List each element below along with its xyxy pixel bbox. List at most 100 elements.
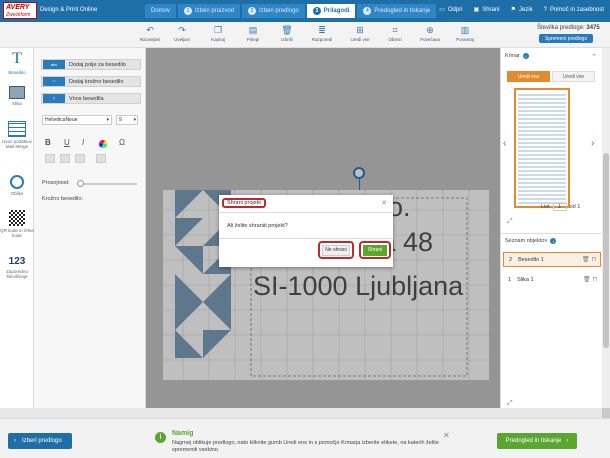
dont-save-button[interactable]: Ne shrani [322,244,350,256]
step-navigation: Domov 1 Izberi proizvod 2 Izberi predlogo … [145,4,437,18]
scrollbar-thumb[interactable] [603,153,609,348]
template-number-value: 3475 [586,25,600,31]
step-home[interactable]: Domov [145,4,177,18]
save-link[interactable]: ▣ Shrani [474,6,500,14]
panel-divider [501,233,603,234]
rail-spreadsheet[interactable]: Uvoz podatkov Mail Merge [0,121,34,149]
edit-all-button[interactable]: ⊞ Uredi vse [340,25,380,42]
app-title: Design & Print Online [40,7,98,13]
tab-edit-one[interactable]: Uredi eno [507,71,550,82]
step-select-product[interactable]: 1 Izberi proizvod [178,4,241,18]
zoom-button[interactable]: ⊕ Povečava [410,25,450,42]
zoom-label: Povečava [420,37,440,42]
step-number: 3 [312,7,321,15]
crop-icon: ⌗ [392,25,398,35]
redo-button[interactable]: ↷ Uveljavi [162,25,202,42]
info-icon[interactable]: i [550,238,557,244]
avery-logo[interactable]: AVERY Zweckform [3,2,37,19]
align-center-icon[interactable] [60,154,70,163]
language-link[interactable]: ⚑ Jezik [511,6,533,14]
back-label: Izberi predlogo [22,438,62,444]
chevron-left-icon[interactable]: ‹ [503,138,506,149]
symbol-icon[interactable]: Ω [119,138,125,147]
transparency-slider-track[interactable] [77,183,137,185]
sheet-number-select[interactable]: 1 [552,203,567,211]
arrange-button[interactable]: ≣ Razporedi [302,25,342,42]
insert-text-label: Vnos besedila [69,95,104,102]
step-label: Izberi predlogo [259,8,299,14]
delete-button[interactable]: 🗑 Izbriši [267,25,307,42]
add-text-field-button[interactable]: abc Dodaj polje za besedilo [41,59,141,70]
font-size-select[interactable]: 9 ▾ [116,115,138,125]
open-link[interactable]: ▭ Odpri [439,6,463,14]
template-number: Številka predloge: 3475 [537,25,600,31]
align-left-icon[interactable] [45,154,55,163]
navigator-title: Krmar [505,53,520,59]
sheet-thumbnail[interactable] [514,88,570,208]
rail-image[interactable]: Slika [0,86,34,106]
object-list-item[interactable]: 1 Slika 1 🗑 ⊓ [503,272,601,287]
step-label: Izberi proizvod [195,8,235,14]
align-right-icon[interactable] [75,154,85,163]
step-label: Prilagodi [323,8,350,14]
trash-icon[interactable]: 🗑 ⊓ [582,256,596,263]
redo-icon: ↷ [178,25,186,35]
tip-title: Namig [172,430,194,437]
insert-text-button[interactable]: T Vnos besedila [41,93,141,104]
chevron-right-icon[interactable]: › [591,138,594,149]
expand-icon[interactable]: ⤢ [507,400,513,408]
paste-label: Prilepi [246,37,260,42]
transparency-slider-thumb[interactable] [77,180,84,187]
trash-icon[interactable]: 🗑 ⊓ [583,276,597,283]
step-preview-print[interactable]: 4 Predogled in tiskanje [357,4,437,18]
vertical-scrollbar[interactable] [602,48,610,408]
logo-text: AVERY [6,4,30,11]
save-button[interactable]: Shrani [363,244,387,256]
rail-text-label: Besedilo [8,70,26,75]
text-field-icon: abc [43,60,65,69]
preview-print-button[interactable]: Predogled in tiskanje › [497,433,577,449]
redo-label: Uveljavi [174,37,190,42]
step-select-template[interactable]: 2 Izberi predlogo [242,4,305,18]
font-family-select[interactable]: HelveticaNeue ▾ [42,115,112,125]
align-button[interactable]: ▥ Poravnaj [445,25,485,42]
transparency-label: Prosojnost: [42,180,70,186]
horizontal-scrollbar[interactable] [0,408,602,418]
close-icon[interactable]: ✕ [443,431,450,440]
valign-top-icon[interactable] [96,154,106,163]
back-to-templates-button[interactable]: ‹ Izberi predlogo [8,433,72,449]
footer-bar: ‹ Izberi predlogo i Namig Nagrnej oblikuj… [0,418,610,458]
expand-icon[interactable]: ⤢ [507,218,513,226]
info-icon[interactable]: i [522,53,529,59]
copy-button[interactable]: ❐ Kopiraj [198,25,238,42]
close-icon[interactable]: ✕ [381,199,387,207]
italic-icon[interactable]: I [82,138,84,147]
undo-label: Razveljavi [139,37,161,42]
object-label: Slika 1 [517,276,534,283]
rail-qr[interactable]: QR kode in črtne kode [0,210,34,238]
add-text-field-label: Dodaj polje za besedilo [69,61,126,68]
change-template-button[interactable]: Spremeni predlogo [539,34,593,43]
crop-label: Obrezi [388,37,402,42]
underline-icon[interactable]: U [64,138,70,147]
crop-button[interactable]: ⌗ Obrezi [375,25,415,42]
add-curved-text-button[interactable]: ◠ Dodaj krožno besedilo [41,76,141,87]
step-customize[interactable]: 3 Prilagodi [306,4,356,18]
bold-icon[interactable]: B [45,138,51,147]
tab-edit-all[interactable]: Uredi vse [552,71,595,82]
help-label: Pomoč in zasebnost [549,6,604,13]
rail-shapes[interactable]: Oblike [0,175,34,196]
object-list-item[interactable]: 2 Besedilo 1 🗑 ⊓ [503,252,601,267]
chevron-up-icon[interactable]: ⌃ [591,53,597,61]
tip-text: Nagrnej oblikuje predlogo, nato kliknite… [172,440,439,453]
numbering-icon: 123 [8,256,26,267]
insert-text-icon: T [43,94,65,103]
help-link[interactable]: ? Pomoč in zasebnost [544,6,604,13]
copy-icon: ❐ [213,25,223,35]
dialog-divider [219,238,393,239]
color-picker-icon[interactable] [99,140,107,148]
rail-numbering[interactable]: 123 Zaporedno številčenje [0,256,34,279]
open-label: Odpri [447,6,463,13]
chevron-left-icon: ‹ [14,438,16,444]
rail-text[interactable]: T Besedilo [0,50,34,75]
